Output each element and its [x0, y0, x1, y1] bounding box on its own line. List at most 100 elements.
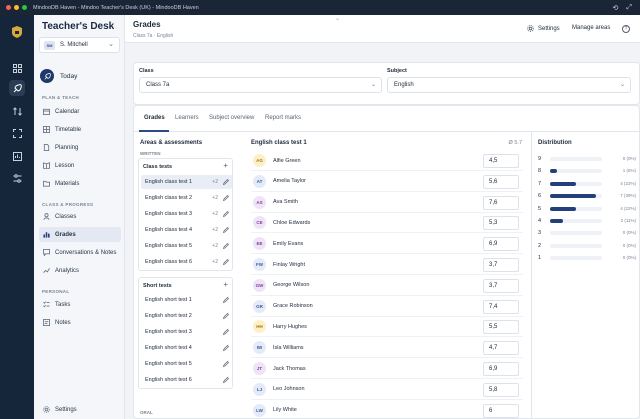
drag-handle-icon[interactable]: ⌄	[335, 15, 340, 22]
tab-subject-overview[interactable]: Subject overview	[209, 115, 254, 121]
user-switcher[interactable]: SM S. Mitchell ⌄	[39, 37, 120, 53]
grade-label: 9	[538, 156, 542, 162]
student-row: GR Grace Robinson 7,4	[251, 297, 523, 317]
grade-input[interactable]: 7,4	[483, 299, 519, 314]
sidebar-item-lesson[interactable]: Lesson	[39, 158, 121, 173]
class-test-item[interactable]: English class test 6 +2	[141, 255, 232, 269]
short-test-item[interactable]: English short test 3	[141, 325, 232, 339]
grade-input[interactable]: 3,7	[483, 278, 519, 293]
grade-input[interactable]: 5,6	[483, 174, 519, 189]
pencil-icon[interactable]	[223, 227, 229, 233]
short-test-name: English short test 6	[145, 377, 192, 383]
student-name: Isla Williams	[273, 344, 304, 351]
short-test-item[interactable]: English short test 1	[141, 293, 232, 307]
manage-areas-button[interactable]: Manage areas	[572, 25, 610, 31]
book-icon	[42, 162, 50, 170]
sidebar-item-conversations[interactable]: Conversations & Notes	[39, 245, 121, 260]
pencil-icon[interactable]	[223, 179, 229, 185]
grade-label: 2	[538, 242, 542, 249]
pencil-icon[interactable]	[223, 329, 229, 335]
pencil-icon[interactable]	[223, 313, 229, 319]
sliders-icon[interactable]	[9, 170, 25, 186]
sidebar-item-tasks[interactable]: Tasks	[39, 297, 121, 312]
add-short-test-icon[interactable]: +	[223, 280, 228, 289]
tab-learners[interactable]: Learners	[175, 115, 199, 121]
minimize-window-button[interactable]	[14, 5, 19, 10]
settings-button[interactable]: Settings	[527, 25, 560, 32]
short-test-item[interactable]: English short test 5	[141, 357, 232, 371]
grade-input[interactable]: 6	[483, 403, 519, 418]
pencil-icon[interactable]	[223, 377, 229, 383]
user-name: S. Mitchell	[60, 42, 88, 48]
student-row: EE Emily Evans 6,9	[251, 234, 523, 255]
distribution-row: 1 0 (0%)	[538, 253, 636, 263]
pencil-icon[interactable]	[223, 345, 229, 351]
grades-list: English class test 1 Ø 5.7 AG Alfie Green…	[251, 140, 528, 418]
sidebar-item-classes[interactable]: Classes	[39, 209, 121, 224]
grade-input[interactable]: 7,6	[483, 195, 519, 210]
grade-input[interactable]: 4,5	[483, 154, 519, 168]
sidebar-item-label: Materials	[55, 180, 80, 187]
sidebar-item-label: Planning	[55, 144, 79, 151]
sidebar-item-settings[interactable]: Settings	[39, 402, 121, 417]
dashboard-icon[interactable]	[9, 60, 25, 76]
rocket-icon[interactable]	[9, 80, 25, 96]
fullscreen-icon[interactable]: ⤢	[626, 4, 632, 12]
sidebar-item-timetable[interactable]: Timetable	[39, 122, 121, 137]
short-test-item[interactable]: English short test 6	[141, 373, 232, 387]
sidebar-item-grades[interactable]: Grades	[39, 227, 121, 242]
sidebar-item-notes[interactable]: Notes	[39, 315, 121, 330]
extra-count: +2	[212, 195, 218, 201]
grade-input[interactable]: 3,7	[483, 258, 519, 272]
swap-icon[interactable]	[9, 103, 25, 119]
zoom-window-button[interactable]	[22, 5, 27, 10]
grade-input[interactable]: 5,8	[483, 382, 519, 397]
breadcrumb: Class 7a · English	[133, 33, 174, 39]
grade-input[interactable]: 6,9	[483, 362, 519, 376]
sidebar-item-materials[interactable]: Materials	[39, 176, 121, 191]
chat-icon	[42, 249, 50, 257]
sidebar-item-today[interactable]: Today	[40, 69, 77, 83]
student-row: AG Alfie Green 4,5	[251, 151, 523, 171]
filter-card: Class Class 7a ⌄ Subject English ⌄	[133, 62, 640, 105]
app-rail	[0, 15, 34, 419]
sync-icon[interactable]: ⟲	[613, 4, 619, 12]
class-test-item[interactable]: English class test 3 +2	[141, 207, 232, 221]
class-test-item[interactable]: English class test 2 +2	[141, 191, 232, 205]
short-test-item[interactable]: English short test 4	[141, 341, 232, 355]
tab-report-marks[interactable]: Report marks	[265, 115, 301, 121]
sidebar-item-planning[interactable]: Planning	[39, 140, 121, 155]
pencil-icon[interactable]	[223, 297, 229, 303]
short-test-item[interactable]: English short test 2	[141, 309, 232, 323]
add-class-test-icon[interactable]: +	[223, 161, 228, 170]
class-test-item[interactable]: English class test 4 +2	[141, 223, 232, 237]
grade-input[interactable]: 4,7	[483, 341, 519, 356]
pencil-icon[interactable]	[223, 361, 229, 367]
class-test-item[interactable]: English class test 1 +2	[141, 175, 232, 189]
brand-name: Teacher's Desk	[42, 21, 115, 32]
grade-input[interactable]: 5,5	[483, 320, 519, 335]
grade-input[interactable]: 5,3	[483, 216, 519, 231]
help-icon[interactable]: ?	[622, 25, 630, 33]
student-name: Jack Thomas	[273, 365, 306, 372]
scan-icon[interactable]	[9, 125, 25, 141]
report-icon[interactable]	[9, 148, 25, 164]
subject-select[interactable]: English ⌄	[387, 77, 631, 93]
pencil-icon[interactable]	[223, 243, 229, 249]
class-select[interactable]: Class 7a ⌄	[139, 77, 382, 93]
pencil-icon[interactable]	[223, 211, 229, 217]
sidebar-item-label: Today	[60, 72, 78, 80]
student-name: Finlay Wright	[273, 261, 305, 268]
class-test-item[interactable]: English class test 5 +2	[141, 239, 232, 253]
page-header: ⌄ Grades Class 7a · English Settings Man…	[125, 15, 640, 43]
sidebar-item-label: Classes	[55, 213, 77, 220]
sidebar-item-calendar[interactable]: Calendar	[39, 104, 121, 119]
tab-grades[interactable]: Grades	[144, 115, 165, 121]
pencil-icon[interactable]	[223, 259, 229, 265]
avatar: LJ	[253, 382, 266, 396]
settings-button-label: Settings	[538, 25, 560, 32]
sidebar-item-analytics[interactable]: Analytics	[39, 263, 121, 278]
pencil-icon[interactable]	[223, 195, 229, 201]
close-window-button[interactable]	[6, 5, 11, 10]
grade-input[interactable]: 6,9	[483, 237, 519, 252]
